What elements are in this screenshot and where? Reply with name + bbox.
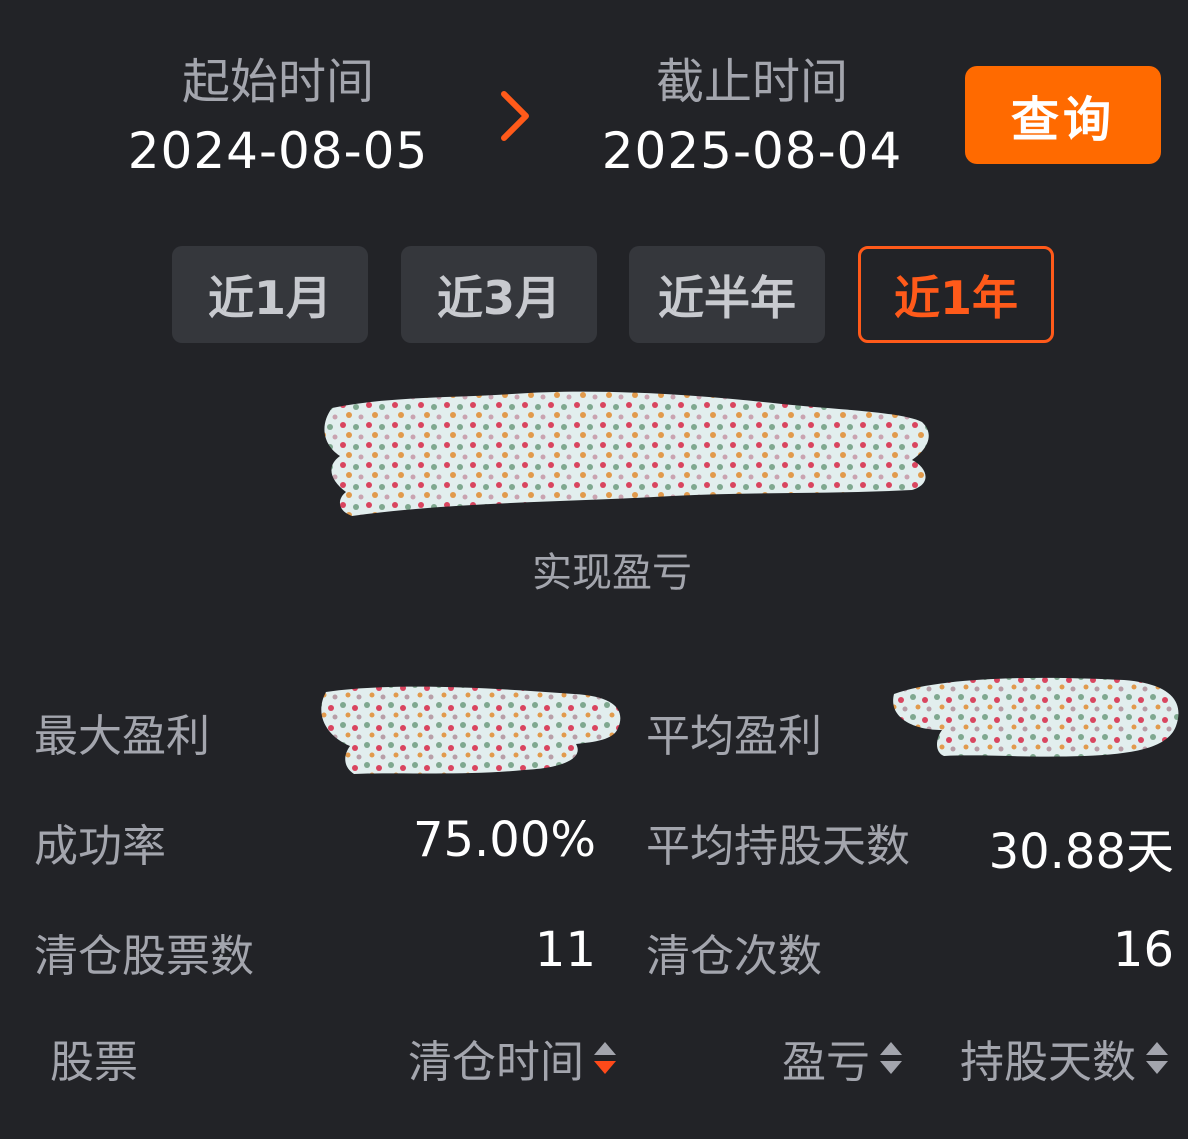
redacted-realized-pnl-value: [324, 391, 929, 516]
sort-icon: [1146, 1042, 1168, 1074]
query-button[interactable]: 查询: [965, 66, 1161, 164]
column-header-label: 盈亏: [782, 1037, 870, 1088]
sort-descending-icon: [594, 1042, 616, 1074]
cleared-stocks-label: 清仓股票数: [34, 931, 254, 982]
cleared-times-value: 16: [1112, 922, 1174, 978]
redacted-max-profit-value: [321, 686, 621, 774]
max-profit-label: 最大盈利: [34, 711, 210, 762]
cleared-stocks-value: 11: [534, 922, 596, 978]
column-header-pnl[interactable]: 盈亏: [782, 1026, 904, 1090]
period-chip-1-year[interactable]: 近1年: [858, 246, 1054, 343]
column-header-label: 清仓时间: [408, 1037, 584, 1088]
end-date-value[interactable]: 2025-08-04: [542, 122, 962, 180]
column-header-hold-days[interactable]: 持股天数: [960, 1026, 1170, 1090]
success-rate-label: 成功率: [34, 821, 166, 872]
period-chip-half-year[interactable]: 近半年: [629, 246, 825, 343]
column-header-stock: 股票: [50, 1026, 138, 1090]
avg-profit-label: 平均盈利: [646, 711, 822, 762]
period-chip-3-months[interactable]: 近3月: [401, 246, 597, 343]
end-time-label: 截止时间: [655, 54, 848, 110]
redacted-avg-profit-value: [893, 677, 1179, 757]
avg-hold-days-value: 30.88天: [988, 824, 1174, 880]
sort-icon: [880, 1042, 902, 1074]
period-chip-1-month[interactable]: 近1月: [172, 246, 368, 343]
column-header-label: 股票: [50, 1037, 138, 1088]
column-header-clear-time[interactable]: 清仓时间: [408, 1026, 618, 1090]
start-time-label: 起始时间: [181, 54, 374, 110]
column-header-label: 持股天数: [960, 1037, 1136, 1088]
success-rate-value: 75.00%: [412, 812, 596, 868]
cleared-times-label: 清仓次数: [646, 931, 822, 982]
realized-pnl-label: 实现盈亏: [532, 550, 692, 596]
avg-hold-days-label: 平均持股天数: [646, 821, 910, 872]
chevron-right-icon: [501, 91, 529, 141]
start-date-value[interactable]: 2024-08-05: [68, 122, 488, 180]
